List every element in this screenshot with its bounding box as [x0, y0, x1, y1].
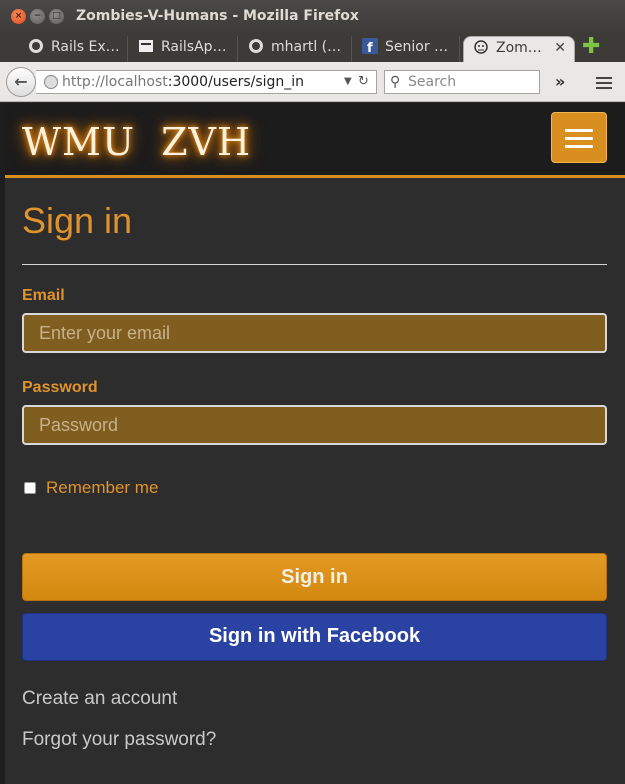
search-icon: ⚲ — [390, 74, 401, 90]
tab-strip: Rails Ex… RailsAp… mhartl (… f Senior … Z… — [0, 34, 625, 62]
email-label: Email — [22, 287, 65, 304]
search-placeholder: Search — [408, 74, 457, 90]
nav-toggle-button[interactable] — [551, 112, 607, 163]
window-titlebar: × − □ Zombies-V-Humans - Mozilla Firefox — [0, 0, 625, 34]
password-field[interactable]: Password — [22, 405, 607, 445]
title-divider — [22, 264, 607, 265]
forgot-password-link[interactable]: Forgot your password? — [22, 728, 216, 752]
tab-rails-ex[interactable]: Rails Ex… — [22, 36, 128, 62]
github-icon — [29, 39, 43, 53]
header-accent-divider — [5, 175, 625, 178]
remember-me-checkbox[interactable] — [24, 482, 36, 494]
zombie-icon — [474, 40, 488, 54]
tab-senior[interactable]: f Senior … — [354, 36, 460, 62]
url-path: :3000/users/sign_in — [167, 74, 305, 90]
window-close-icon[interactable]: × — [11, 9, 26, 24]
tab-label: RailsAp… — [161, 39, 227, 55]
url-host: http://localhost — [62, 74, 168, 90]
tab-label: mhartl (… — [271, 39, 342, 55]
back-arrow-icon[interactable]: ← — [6, 67, 36, 97]
page-left-edge — [0, 103, 5, 784]
globe-icon — [44, 75, 58, 89]
github-icon — [249, 39, 263, 53]
menu-hamburger-icon[interactable] — [596, 77, 612, 92]
tab-mhartl[interactable]: mhartl (… — [240, 36, 352, 62]
reload-icon[interactable]: ↻ — [358, 71, 369, 93]
window-minimize-icon[interactable]: − — [30, 9, 45, 24]
password-label: Password — [22, 379, 98, 396]
tab-zombies[interactable]: Zom… ✕ — [463, 36, 575, 62]
tab-label: Rails Ex… — [51, 39, 120, 55]
page-title: Sign in — [22, 200, 133, 241]
window-maximize-icon[interactable]: □ — [49, 9, 64, 24]
remember-me-label[interactable]: Remember me — [46, 478, 158, 498]
page-icon — [139, 40, 153, 52]
tab-label: Zom… — [496, 40, 542, 56]
tab-label: Senior … — [385, 39, 449, 55]
svg-text:f: f — [367, 41, 373, 54]
url-dropdown-icon[interactable]: ▼ — [344, 71, 352, 93]
tab-close-icon[interactable]: ✕ — [554, 37, 566, 59]
overflow-chevron-icon[interactable]: » — [555, 70, 565, 94]
email-field[interactable]: Enter your email — [22, 313, 607, 353]
tab-railsap[interactable]: RailsAp… — [130, 36, 238, 62]
window-title: Zombies-V-Humans - Mozilla Firefox — [76, 8, 359, 24]
hamburger-line — [565, 137, 593, 140]
hamburger-line — [565, 129, 593, 132]
navigation-bar: ← http://localhost:3000/users/sign_in ▼ … — [0, 62, 625, 102]
facebook-sign-in-button[interactable]: Sign in with Facebook — [22, 613, 607, 661]
sign-in-button[interactable]: Sign in — [22, 553, 607, 601]
new-tab-plus-icon[interactable]: ✚ — [582, 36, 600, 58]
hamburger-line — [565, 145, 593, 148]
site-logo[interactable]: WMU ZVH — [22, 120, 251, 164]
url-bar[interactable]: http://localhost:3000/users/sign_in ▼ ↻ — [36, 70, 377, 94]
facebook-icon: f — [362, 38, 378, 54]
url-text: http://localhost:3000/users/sign_in — [62, 71, 304, 93]
create-account-link[interactable]: Create an account — [22, 687, 177, 711]
search-bar[interactable]: ⚲ Search — [384, 70, 540, 94]
